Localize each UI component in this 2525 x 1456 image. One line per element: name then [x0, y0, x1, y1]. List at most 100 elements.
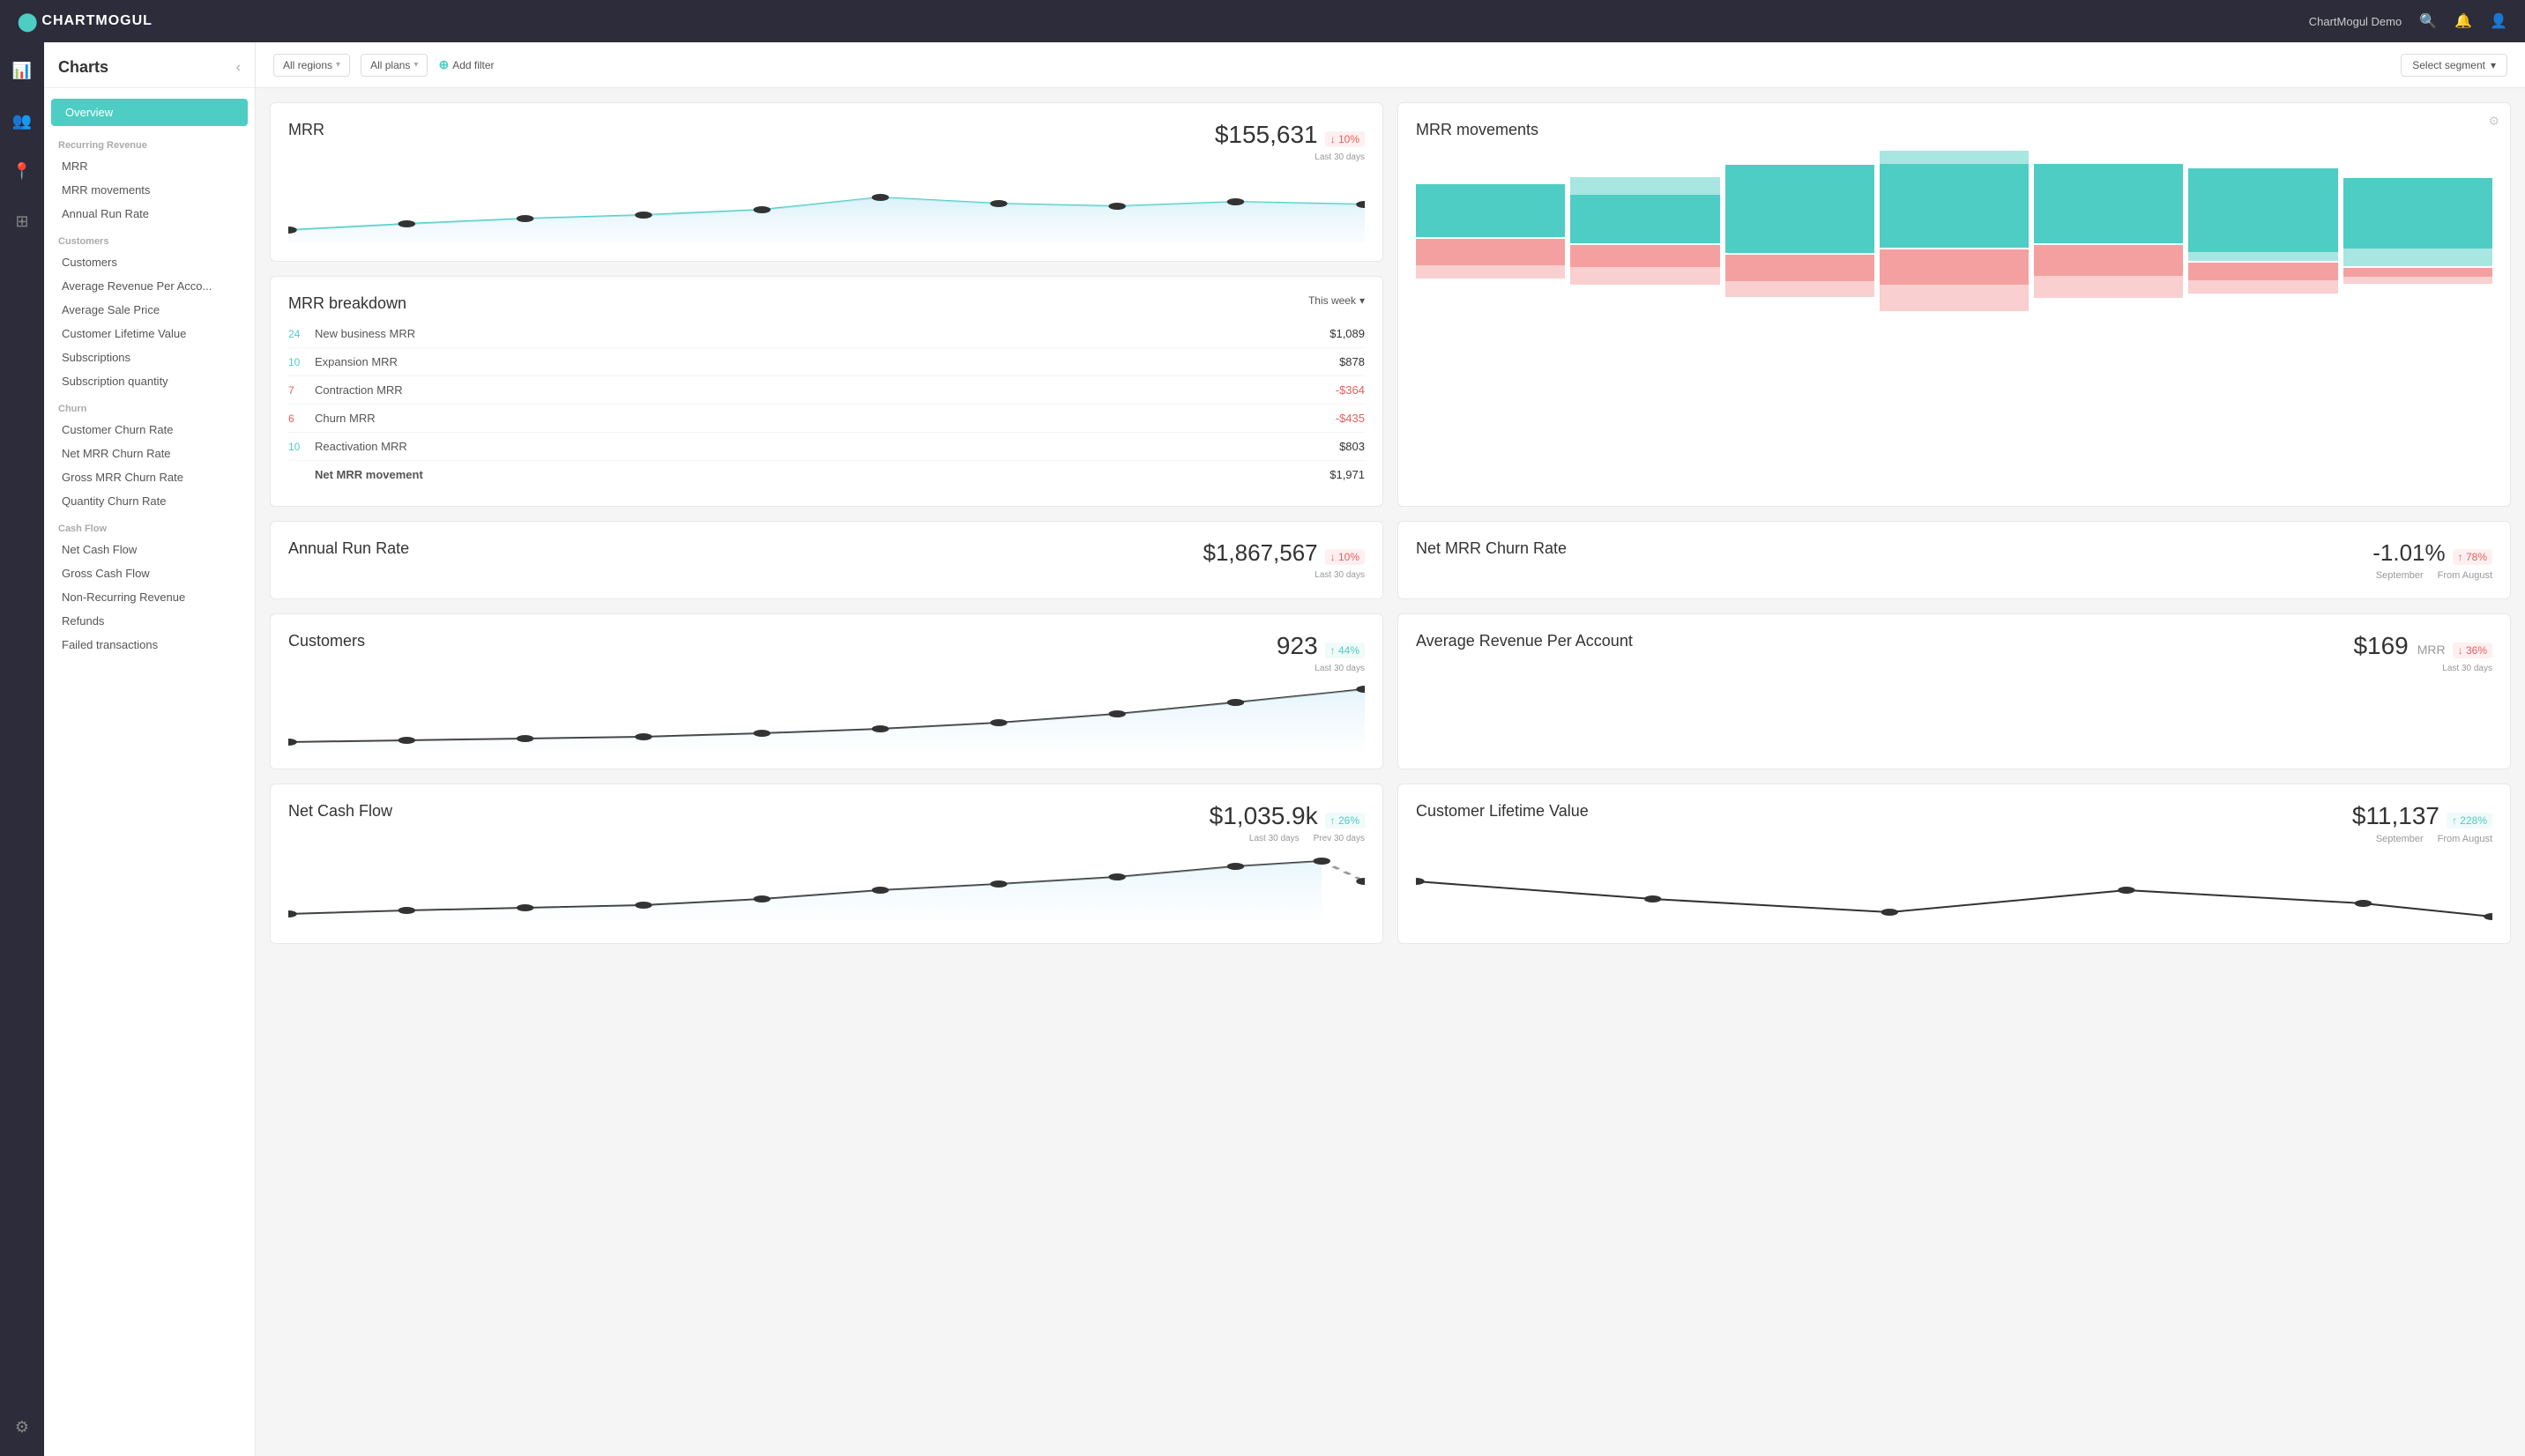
arpa-sub: Last 30 days	[2442, 664, 2492, 673]
annual-run-rate-card: Annual Run Rate $1,867,567 ↓ 10% Last 30…	[270, 521, 1383, 599]
arr-title: Annual Run Rate	[288, 539, 409, 558]
cashflow-sub: Last 30 days	[1249, 834, 1300, 843]
bar-seg-teal-light-6	[2188, 252, 2337, 261]
main-content: All regions ▾ All plans ▾ ⊕ Add filter S…	[256, 42, 2525, 1456]
breakdown-value-2: -$364	[1336, 383, 1365, 397]
churn-badge-sub: From August	[2438, 570, 2492, 581]
sidebar-item-failed-transactions[interactable]: Failed transactions	[44, 633, 255, 657]
bar-6	[2188, 160, 2337, 301]
arpa-header: Average Revenue Per Account $169 MRR ↓ 3…	[1416, 632, 2492, 673]
breakdown-rows: 24 New business MRR $1,089 10 Expansion …	[288, 320, 1365, 488]
sidebar-item-mrr[interactable]: MRR	[44, 154, 255, 178]
sidebar-item-non-recurring[interactable]: Non-Recurring Revenue	[44, 585, 255, 609]
user-name: ChartMogul Demo	[2309, 15, 2402, 28]
mrr-sub: Last 30 days	[1315, 152, 1365, 162]
arpa-value-row: $169 MRR ↓ 36%	[2353, 632, 2492, 660]
bar-seg-teal-2	[1570, 195, 1719, 243]
churn-value: -1.01%	[2372, 539, 2445, 567]
regions-filter[interactable]: All regions ▾	[273, 54, 350, 77]
breakdown-row-4: 10 Reactivation MRR $803	[288, 433, 1365, 461]
bar-seg-red-1	[1416, 239, 1565, 265]
sidebar-item-gross-cashflow[interactable]: Gross Cash Flow	[44, 561, 255, 585]
search-icon[interactable]: 🔍	[2419, 12, 2437, 30]
bar-seg-teal-6	[2188, 168, 2337, 252]
sidebar-item-refunds[interactable]: Refunds	[44, 609, 255, 633]
customers-card: Customers 923 ↑ 44% Last 30 days	[270, 613, 1383, 769]
bar-stack-3	[1725, 165, 1874, 297]
sidebar-header: Charts ‹	[44, 42, 255, 88]
mrr-badge: ↓ 10%	[1325, 131, 1365, 147]
customers-header: Customers 923 ↑ 44% Last 30 days	[288, 632, 1365, 673]
sidebar-item-annual-run-rate[interactable]: Annual Run Rate	[44, 202, 255, 226]
sidebar-item-mrr-movements[interactable]: MRR movements	[44, 178, 255, 202]
sidebar-item-ltv[interactable]: Customer Lifetime Value	[44, 322, 255, 345]
sidebar-item-sub-quantity[interactable]: Subscription quantity	[44, 369, 255, 393]
bar-4	[1880, 160, 2029, 301]
mrr-title: MRR	[288, 121, 324, 139]
plus-icon: ⊕	[438, 57, 449, 72]
week-selector[interactable]: This week ▾	[1308, 294, 1365, 307]
churn-right: -1.01% ↑ 78% September From August	[2372, 539, 2492, 581]
sidebar-section-churn: Churn	[44, 393, 255, 418]
sidebar-item-gross-mrr-churn[interactable]: Gross MRR Churn Rate	[44, 465, 255, 489]
sidebar-item-overview[interactable]: Overview	[51, 99, 248, 126]
user-icon[interactable]: 👤	[2490, 12, 2507, 30]
churn-title: Net MRR Churn Rate	[1416, 539, 1567, 558]
bar-seg-red-light-3	[1725, 281, 1874, 297]
plans-label: All plans	[370, 59, 410, 71]
topbar-right: Select segment ▾	[2401, 54, 2507, 77]
bar-seg-red-7	[2343, 268, 2492, 277]
add-filter-button[interactable]: ⊕ Add filter	[438, 57, 494, 72]
breakdown-label-2: Contraction MRR	[315, 383, 1336, 397]
plans-filter[interactable]: All plans ▾	[361, 54, 428, 77]
breakdown-label-0: New business MRR	[315, 327, 1330, 340]
bar-seg-red-3	[1725, 255, 1874, 281]
logo-icon: ⬤	[18, 11, 38, 33]
bar-7	[2343, 160, 2492, 301]
nav-icon-charts[interactable]: 📊	[7, 56, 37, 85]
sidebar-section-recurring-revenue: Recurring Revenue	[44, 130, 255, 154]
add-filter-label: Add filter	[452, 59, 494, 71]
sidebar-item-net-cashflow[interactable]: Net Cash Flow	[44, 538, 255, 561]
sidebar-item-asp[interactable]: Average Sale Price	[44, 298, 255, 322]
breakdown-row-net: Net MRR movement $1,971	[288, 461, 1365, 488]
sidebar-item-customers[interactable]: Customers	[44, 250, 255, 274]
arpa-right: $169 MRR ↓ 36% Last 30 days	[2353, 632, 2492, 673]
nav-icon-settings[interactable]: ⚙	[10, 1413, 34, 1442]
topnav-right: ChartMogul Demo 🔍 🔔 👤	[2309, 12, 2507, 30]
gear-icon[interactable]: ⚙	[2488, 114, 2499, 129]
nav-icon-location[interactable]: 📍	[7, 157, 37, 186]
bar-seg-red-6	[2188, 263, 2337, 280]
churn-badge: ↑ 78%	[2453, 549, 2492, 565]
breakdown-label-net: Net MRR movement	[315, 468, 1330, 481]
sidebar-item-net-mrr-churn[interactable]: Net MRR Churn Rate	[44, 442, 255, 465]
bar-1	[1416, 160, 1565, 301]
nav-icon-users[interactable]: 👥	[7, 107, 37, 136]
mrr-header-left: MRR	[288, 121, 324, 146]
nav-icon-integrations[interactable]: ⊞	[10, 207, 34, 236]
regions-label: All regions	[283, 59, 332, 71]
ltv-badge: ↑ 228%	[2447, 813, 2492, 828]
sidebar-item-subscriptions[interactable]: Subscriptions	[44, 345, 255, 369]
bell-icon[interactable]: 🔔	[2454, 12, 2472, 30]
sidebar-item-arpa[interactable]: Average Revenue Per Acco...	[44, 274, 255, 298]
bar-seg-red-light-5	[2034, 276, 2183, 298]
logo-text: CHARTMOGUL	[41, 13, 153, 29]
sidebar-nav: Overview Recurring Revenue MRR MRR movem…	[44, 88, 255, 667]
bar-stack-4	[1880, 151, 2029, 311]
churn-period: September	[2376, 570, 2424, 581]
breakdown-row-0: 24 New business MRR $1,089	[288, 320, 1365, 348]
arpa-value: $169	[2353, 632, 2408, 660]
bar-seg-red-4	[1880, 249, 2029, 285]
breakdown-value-4: $803	[1339, 440, 1365, 453]
ltv-card: Customer Lifetime Value $11,137 ↑ 228% S…	[1397, 784, 2511, 944]
sidebar-item-customer-churn[interactable]: Customer Churn Rate	[44, 418, 255, 442]
sidebar-item-quantity-churn[interactable]: Quantity Churn Rate	[44, 489, 255, 513]
segment-select[interactable]: Select segment ▾	[2401, 54, 2507, 77]
week-caret: ▾	[1359, 294, 1365, 307]
sidebar-collapse-button[interactable]: ‹	[236, 60, 241, 76]
churn-header: Net MRR Churn Rate -1.01% ↑ 78% Septembe…	[1416, 539, 2492, 581]
breakdown-num-1: 10	[288, 356, 315, 368]
bar-stack-1	[1416, 184, 1565, 279]
bar-seg-teal-1	[1416, 184, 1565, 237]
